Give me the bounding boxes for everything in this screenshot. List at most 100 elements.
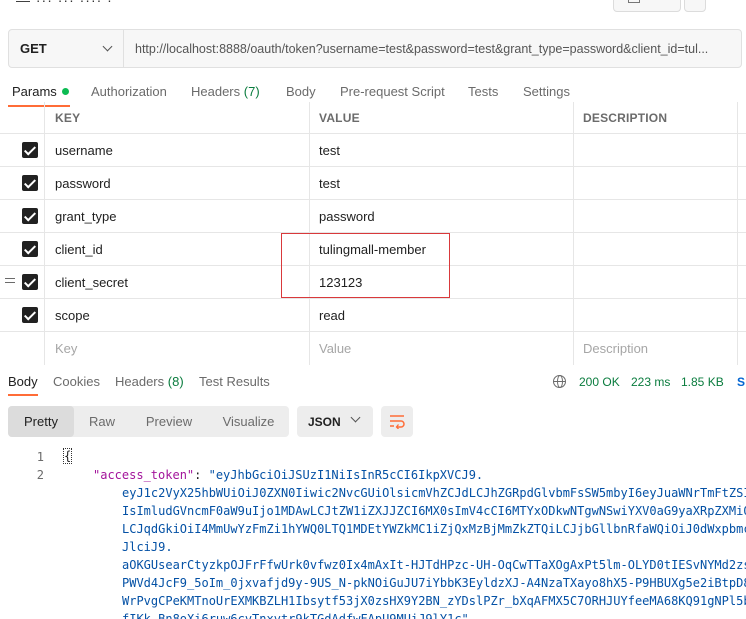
view-pretty[interactable]: Pretty: [8, 406, 74, 437]
tab-headers-label: Headers: [191, 84, 241, 99]
format-select[interactable]: JSON: [297, 406, 373, 437]
truncated-title: — ··· ··· ···· ·: [16, 0, 113, 8]
globe-icon[interactable]: [553, 375, 566, 388]
params-active-dot: [61, 88, 69, 95]
more-button[interactable]: [684, 0, 706, 12]
tab-response-headers-count: (8): [167, 374, 184, 389]
tab-params[interactable]: Params: [12, 84, 69, 99]
param-description[interactable]: [573, 233, 737, 265]
tab-body[interactable]: Body: [286, 84, 316, 99]
row-check-cell: [0, 233, 44, 265]
param-key[interactable]: scope: [44, 299, 309, 331]
params-header-row: KEY VALUE DESCRIPTION: [0, 102, 746, 134]
param-value[interactable]: test: [309, 167, 573, 199]
format-label: JSON: [308, 414, 341, 429]
json-string: LCJqdGkiOiI4MmUwYzFmZi1hYWQ0LTQ1MDEtYWZk…: [122, 522, 746, 536]
highlight-annotation-box: [281, 233, 450, 298]
column-description: DESCRIPTION: [573, 102, 737, 133]
row-check-cell: [0, 134, 44, 166]
json-string: aOKGUsearCtyzkpOJFrFfwUrk0vfwz0Ix4mAxIt-…: [122, 558, 746, 572]
json-string: fIKk_Bn8oXi6ruw6cvTnxvtr9kTGdAdfwFApU9MU…: [122, 612, 477, 619]
tab-pre-request-script[interactable]: Pre-request Script: [340, 84, 445, 99]
chevron-down-icon: [102, 41, 113, 52]
view-raw[interactable]: Raw: [74, 406, 130, 437]
view-mode-selector: Pretty Raw Preview Visualize: [8, 406, 289, 437]
response-size[interactable]: 1.85 KB: [681, 375, 724, 389]
param-key[interactable]: username: [44, 134, 309, 166]
tab-test-results[interactable]: Test Results: [199, 374, 270, 389]
param-description[interactable]: [573, 266, 737, 298]
table-row: scope read: [0, 299, 746, 332]
response-time[interactable]: 223 ms: [631, 375, 670, 389]
param-description[interactable]: [573, 167, 737, 199]
save-response-button[interactable]: S: [737, 375, 745, 389]
param-key[interactable]: password: [44, 167, 309, 199]
wrap-lines-icon: [390, 415, 405, 429]
param-description[interactable]: [573, 200, 737, 232]
column-end: [737, 102, 746, 133]
row-check-cell: [0, 167, 44, 199]
tab-authorization[interactable]: Authorization: [91, 84, 167, 99]
new-value-input[interactable]: Value: [309, 332, 573, 365]
param-value[interactable]: read: [309, 299, 573, 331]
table-row: grant_type password: [0, 200, 746, 233]
param-key[interactable]: client_id: [44, 233, 309, 265]
method-select[interactable]: GET: [9, 30, 124, 67]
tab-response-headers[interactable]: Headers (8): [115, 374, 184, 389]
view-preview[interactable]: Preview: [130, 406, 208, 437]
param-key[interactable]: client_secret: [44, 266, 309, 298]
line-number: 2: [36, 468, 44, 482]
tab-settings[interactable]: Settings: [523, 84, 570, 99]
json-string: WrPvgCPeKMTnoUrEXMKBZLH1Ibsytf53jX0zsHX9…: [122, 594, 746, 608]
json-colon: :: [194, 468, 209, 482]
response-tabs: Body Cookies Headers (8) Test Results 20…: [0, 368, 746, 396]
json-string: JlciJ9.: [122, 540, 173, 554]
row-end: [737, 167, 746, 199]
param-value[interactable]: test: [309, 134, 573, 166]
json-string: eyJ1c2VyX25hbWUiOiJ0ZXN0Iiwic2NvcGUiOlsi…: [122, 486, 746, 500]
tab-headers-count: (7): [243, 84, 260, 99]
row-end: [737, 299, 746, 331]
tab-tests[interactable]: Tests: [468, 84, 498, 99]
row-end: [737, 266, 746, 298]
row-end: [737, 200, 746, 232]
checkbox[interactable]: [22, 208, 38, 224]
header-check-cell: [0, 102, 44, 133]
row-check-cell: [0, 200, 44, 232]
column-value: VALUE: [309, 102, 573, 133]
checkbox[interactable]: [22, 175, 38, 191]
checkbox[interactable]: [22, 274, 38, 290]
view-visualize[interactable]: Visualize: [208, 406, 289, 437]
table-row: username test: [0, 134, 746, 167]
json-string: "eyJhbGciOiJSUzI1NiIsInR5cCI6IkpXVCJ9.: [208, 468, 484, 482]
param-description[interactable]: [573, 134, 737, 166]
tab-cookies[interactable]: Cookies: [53, 374, 100, 389]
url-input[interactable]: http://localhost:8888/oauth/token?userna…: [124, 30, 741, 67]
row-end: [737, 233, 746, 265]
checkbox[interactable]: [22, 142, 38, 158]
request-bar: GET http://localhost:8888/oauth/token?us…: [8, 29, 742, 68]
line-number: 1: [36, 450, 44, 464]
response-body-editor[interactable]: 1 2 { "access_token": "eyJhbGciOiJSUzI1N…: [0, 447, 746, 619]
top-strip: — ··· ··· ···· ·: [0, 0, 746, 18]
status-code[interactable]: 200 OK: [579, 375, 620, 389]
param-description[interactable]: [573, 299, 737, 331]
layout-toggle-button[interactable]: [613, 0, 681, 12]
row-check-cell: [0, 266, 44, 298]
tab-response-body[interactable]: Body: [8, 374, 38, 389]
wrap-lines-button[interactable]: [381, 406, 413, 437]
param-key[interactable]: grant_type: [44, 200, 309, 232]
checkbox[interactable]: [22, 241, 38, 257]
layout-icon: [628, 0, 640, 3]
tab-response-headers-label: Headers: [115, 374, 165, 389]
param-value[interactable]: password: [309, 200, 573, 232]
tab-params-label: Params: [12, 84, 57, 99]
new-key-input[interactable]: Key: [44, 332, 309, 365]
method-label: GET: [20, 41, 47, 56]
tab-headers[interactable]: Headers (7): [191, 84, 260, 99]
new-description-input[interactable]: Description: [573, 332, 737, 365]
checkbox[interactable]: [22, 307, 38, 323]
active-response-tab-indicator: [8, 394, 38, 396]
open-brace: {: [62, 448, 73, 464]
json-string: PWVd4JcF9_5oIm_0jxvafjd9y-9US_N-pkNOiGuJ…: [122, 576, 746, 590]
